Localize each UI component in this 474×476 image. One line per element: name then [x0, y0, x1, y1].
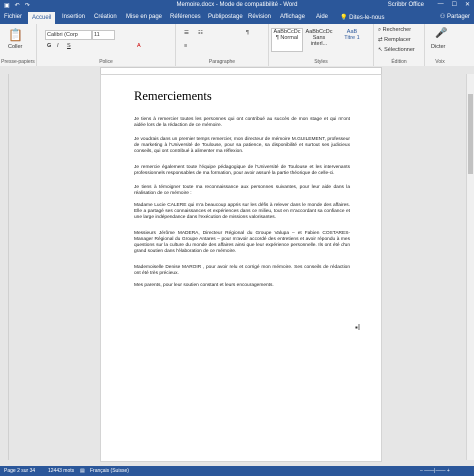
font-group: Calibri (Corp 11 G I S A Police	[37, 24, 176, 66]
editing-label: Édition	[391, 59, 407, 65]
select-button[interactable]: ↖ Sélectionner	[378, 47, 415, 53]
find-label: Rechercher	[382, 27, 412, 33]
replace-label: Remplacer	[384, 37, 411, 43]
font-color-icon[interactable]: A	[137, 43, 141, 49]
account-name[interactable]: Scribbr Office	[388, 2, 424, 8]
paragraph: Madame Lucie CALERE qui m'a beaucoup app…	[134, 203, 350, 220]
language-indicator[interactable]: Français (Suisse)	[90, 468, 129, 474]
tab-references[interactable]: Références	[170, 14, 201, 20]
align-left-icon[interactable]: ≡	[184, 43, 187, 49]
paragraph: Mademoiselle Denise MAROIR , pour avoir …	[134, 265, 350, 276]
ribbon: 📋 Coller Presse-papiers Calibri (Corp 11…	[0, 24, 474, 67]
voice-group: 🎤 Dicter Voix	[425, 24, 455, 66]
tab-mise-en-page[interactable]: Mise en page	[126, 14, 162, 20]
tab-creation[interactable]: Création	[94, 14, 117, 20]
share-button[interactable]: ⚇ Partager	[440, 13, 470, 20]
italic-icon[interactable]: I	[57, 43, 59, 49]
share-icon: ⚇	[439, 14, 446, 20]
maximize-icon[interactable]: ☐	[452, 1, 457, 8]
select-label: Sélectionner	[384, 47, 415, 53]
title-bar: ▣ ↶ ↷ Memoire.docx - Mode de compatibili…	[0, 0, 474, 12]
bullets-icon[interactable]: ☰	[184, 30, 189, 36]
tab-aide[interactable]: Aide	[316, 14, 328, 20]
clipboard-group: 📋 Coller Presse-papiers	[0, 24, 37, 66]
paragraph-group: ☰ ☷ ≡ ¶ Paragraphe	[176, 24, 269, 66]
tab-insertion[interactable]: Insertion	[62, 14, 85, 20]
close-icon[interactable]: ✕	[465, 1, 470, 8]
vertical-scrollbar[interactable]	[466, 74, 474, 460]
minimize-icon[interactable]: —	[438, 1, 444, 8]
tab-accueil[interactable]: Accueil	[28, 12, 56, 24]
bold-icon[interactable]: G	[47, 43, 51, 49]
pilcrow-icon[interactable]: ¶	[246, 30, 249, 36]
tab-fichier[interactable]: Fichier	[4, 14, 22, 20]
replace-icon: ⇄	[378, 37, 383, 43]
text-cursor-icon: ▪I	[355, 323, 361, 332]
horizontal-ruler	[0, 66, 474, 75]
style-normal[interactable]: AaBbCcDc ¶ Normal	[271, 28, 303, 52]
voice-label: Voix	[435, 59, 445, 65]
tab-affichage[interactable]: Affichage	[280, 14, 305, 20]
lightbulb-icon: 💡	[340, 15, 348, 21]
search-icon: ⌕	[378, 27, 382, 33]
paragraph: Je tiens à témoigner toute ma reconnaiss…	[134, 185, 350, 196]
paste-icon[interactable]: 📋	[8, 28, 23, 42]
vertical-ruler	[0, 74, 9, 460]
font-label: Police	[99, 59, 113, 65]
replace-button[interactable]: ⇄ Remplacer	[378, 37, 411, 43]
scrollbar-thumb[interactable]	[468, 94, 473, 174]
proofing-icon[interactable]: ▤	[80, 468, 85, 474]
find-button[interactable]: ⌕ Rechercher	[378, 27, 411, 34]
paragraph: Mes parents, pour leur soutien constant …	[134, 283, 274, 288]
style-name: Sans interl...	[310, 35, 328, 47]
tell-me-search[interactable]: 💡 Dites-le-nous	[340, 14, 385, 21]
paragraph: Messieurs Jérôme MADERA, Directeur Régio…	[134, 231, 350, 254]
style-heading-1[interactable]: AaB Titre 1	[337, 29, 367, 41]
styles-group: AaBbCcDc ¶ Normal AaBbCcDc Sans interl... …	[269, 24, 374, 66]
tab-revision[interactable]: Révision	[248, 14, 271, 20]
microphone-icon[interactable]: 🎤	[435, 28, 447, 39]
style-name: Titre 1	[344, 35, 360, 41]
status-bar: Page 2 sur 34 12443 mots ▤ Français (Sui…	[0, 466, 474, 476]
editing-group: ⌕ Rechercher ⇄ Remplacer ↖ Sélectionner …	[374, 24, 425, 66]
dictate-button[interactable]: Dicter	[431, 44, 445, 50]
paragraph: Je tiens à remercier toutes les personne…	[134, 117, 350, 128]
font-name-select[interactable]: Calibri (Corp	[45, 30, 92, 40]
document-page[interactable]: Remerciements Je tiens à remercier toute…	[100, 74, 382, 462]
styles-label: Styles	[314, 59, 328, 65]
ribbon-tabs: Fichier Accueil Insertion Création Mise …	[0, 12, 474, 24]
document-title: Remerciements	[134, 89, 212, 103]
tell-me-label: Dites-le-nous	[349, 15, 385, 21]
window-controls: — ☐ ✕	[438, 1, 470, 8]
share-label: Partager	[446, 14, 470, 20]
zoom-slider-icon[interactable]: – ——|—— +	[420, 468, 450, 474]
paragraph: Je voudrais dans un premier temps remerc…	[134, 137, 350, 154]
style-name: ¶ Normal	[275, 35, 299, 41]
paragraph: Je remercie également toute l'équipe péd…	[134, 165, 350, 176]
clipboard-label: Presse-papiers	[1, 59, 35, 65]
select-icon: ↖	[378, 47, 383, 53]
style-no-spacing[interactable]: AaBbCcDc Sans interl...	[304, 29, 334, 47]
tab-publipostage[interactable]: Publipostage	[208, 14, 243, 20]
font-size-select[interactable]: 11	[92, 30, 115, 40]
underline-icon[interactable]: S	[67, 43, 71, 49]
word-count[interactable]: 12443 mots	[48, 468, 74, 474]
page-count[interactable]: Page 2 sur 34	[4, 468, 35, 474]
numbering-icon[interactable]: ☷	[198, 30, 203, 36]
paragraph-label: Paragraphe	[208, 59, 236, 65]
paste-button[interactable]: Coller	[8, 44, 22, 50]
